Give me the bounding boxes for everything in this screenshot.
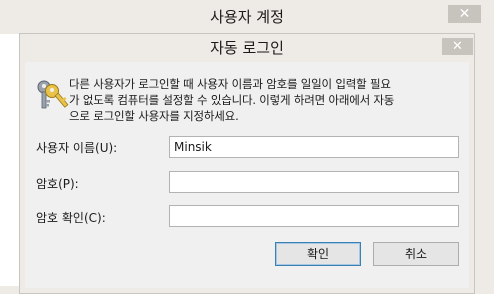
username-input[interactable] bbox=[169, 136, 459, 158]
ok-button[interactable]: 확인 bbox=[275, 242, 361, 266]
dialog-title: 자동 로그인 bbox=[210, 39, 284, 57]
outer-left-margin bbox=[0, 34, 18, 294]
confirm-password-label: 암호 확인(C): bbox=[36, 211, 106, 225]
confirm-password-input[interactable] bbox=[169, 205, 459, 227]
keys-icon bbox=[37, 80, 69, 109]
cancel-button[interactable]: 취소 bbox=[373, 242, 459, 266]
dialog-close-button[interactable]: ✕ bbox=[442, 38, 473, 55]
outer-window-title: 사용자 계정 bbox=[0, 0, 494, 34]
username-label: 사용자 이름(U): bbox=[36, 141, 118, 155]
password-label: 암호(P): bbox=[36, 177, 79, 191]
outer-close-button[interactable]: ✕ bbox=[448, 5, 481, 23]
password-input[interactable] bbox=[169, 171, 459, 193]
dialog-description: 다른 사용자가 로그인할 때 사용자 이름과 암호를 일일이 입력할 필요 가 … bbox=[69, 77, 395, 123]
